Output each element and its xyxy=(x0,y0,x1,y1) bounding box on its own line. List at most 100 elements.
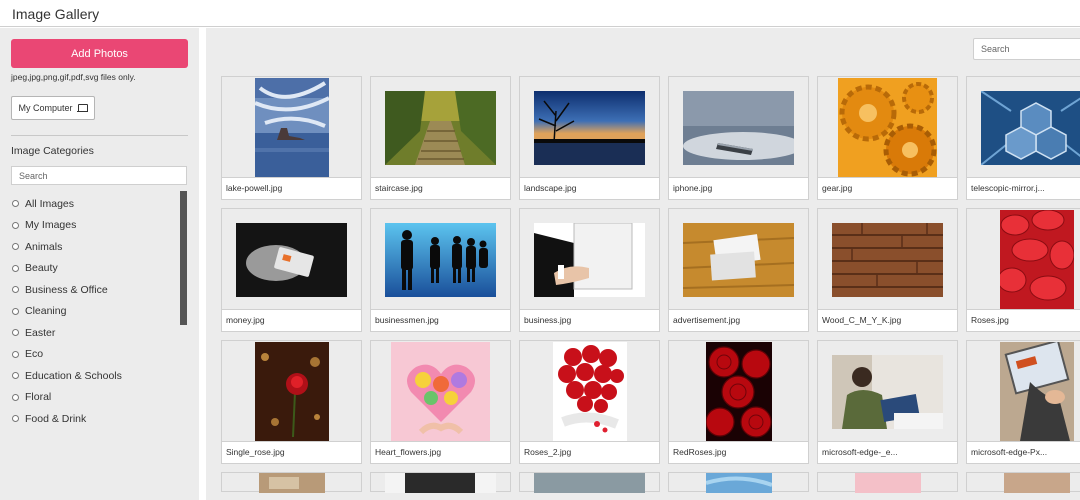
category-item-cleaning[interactable]: Cleaning xyxy=(11,301,176,323)
businessmen-photo xyxy=(385,222,496,297)
image-tile-redroses[interactable]: RedRoses.jpg xyxy=(668,340,809,464)
image-caption: advertisement.jpg xyxy=(669,309,808,331)
image-caption: gear.jpg xyxy=(818,177,957,199)
lake-powell-photo xyxy=(254,78,329,177)
image-tile-iphone[interactable]: iphone.jpg xyxy=(668,76,809,200)
image-caption: Roses_2.jpg xyxy=(520,441,659,463)
image-tile-partial[interactable] xyxy=(519,472,660,493)
category-item-beauty[interactable]: Beauty xyxy=(11,258,176,280)
gallery-panel: lake-powell.jpg staircase.jpg xyxy=(206,28,1080,500)
single-rose-photo xyxy=(254,342,329,441)
image-tile-microsoft-edge-e[interactable]: microsoft-edge-_e... xyxy=(817,340,958,464)
image-tile-landscape[interactable]: landscape.jpg xyxy=(519,76,660,200)
image-tile-roses-2[interactable]: Roses_2.jpg xyxy=(519,340,660,464)
category-label: Education & Schools xyxy=(25,369,122,382)
image-caption: microsoft-edge-_e... xyxy=(818,441,957,463)
category-label: Cleaning xyxy=(25,305,67,318)
category-item-food-drink[interactable]: Food & Drink xyxy=(11,408,176,430)
category-item-business-office[interactable]: Business & Office xyxy=(11,279,176,301)
category-item-floral[interactable]: Floral xyxy=(11,387,176,409)
roses-photo xyxy=(999,210,1074,309)
category-item-animals[interactable]: Animals xyxy=(11,236,176,258)
image-caption: landscape.jpg xyxy=(520,177,659,199)
image-caption: microsoft-edge-Px... xyxy=(967,441,1080,463)
image-tile-gear[interactable]: gear.jpg xyxy=(817,76,958,200)
category-item-my-images[interactable]: My Images xyxy=(11,215,176,237)
category-search-input[interactable] xyxy=(11,166,187,185)
image-thumbnail xyxy=(967,341,1080,442)
image-tile-partial[interactable] xyxy=(966,472,1080,493)
partial-photo xyxy=(258,473,325,493)
image-thumbnail xyxy=(222,209,361,310)
microsoft-edge-photo-2 xyxy=(999,342,1074,441)
image-caption: money.jpg xyxy=(222,309,361,331)
image-tile-microsoft-edge-px[interactable]: microsoft-edge-Px... xyxy=(966,340,1080,464)
title-bar: Image Gallery xyxy=(0,0,1080,27)
image-tile-partial[interactable] xyxy=(817,472,958,493)
image-thumbnail xyxy=(222,77,361,178)
sidebar-divider xyxy=(11,135,188,136)
category-item-easter[interactable]: Easter xyxy=(11,322,176,344)
radio-icon[interactable] xyxy=(12,286,19,294)
radio-icon[interactable] xyxy=(12,393,19,401)
file-types-note: jpeg,jpg,png,gif,pdf,svg files only. xyxy=(11,72,136,82)
partial-photo xyxy=(854,473,921,493)
image-tile-businessmen[interactable]: businessmen.jpg xyxy=(370,208,511,332)
image-tile-telescopic-mirror[interactable]: telescopic-mirror.j... xyxy=(966,76,1080,200)
image-tile-wood-cmyk[interactable]: Wood_C_M_Y_K.jpg xyxy=(817,208,958,332)
image-thumbnail xyxy=(371,341,510,442)
wood-photo xyxy=(832,222,943,297)
gallery-search-input[interactable] xyxy=(973,38,1080,60)
partial-photo xyxy=(385,473,496,493)
landscape-photo xyxy=(534,90,645,165)
image-tile-heart-flowers[interactable]: Heart_flowers.jpg xyxy=(370,340,511,464)
add-photos-button[interactable]: Add Photos xyxy=(11,39,188,68)
category-label: Eco xyxy=(25,348,44,361)
image-thumbnail xyxy=(669,209,808,310)
image-thumbnail xyxy=(967,209,1080,310)
radio-icon[interactable] xyxy=(12,307,19,315)
image-tile-money[interactable]: money.jpg xyxy=(221,208,362,332)
category-scrollbar[interactable] xyxy=(180,191,187,325)
radio-icon[interactable] xyxy=(12,415,19,423)
image-thumbnail xyxy=(818,77,957,178)
image-thumbnail xyxy=(222,473,361,493)
image-tile-partial[interactable] xyxy=(370,472,511,493)
image-tile-lake-powell[interactable]: lake-powell.jpg xyxy=(221,76,362,200)
laptop-icon xyxy=(76,103,88,113)
image-tile-roses[interactable]: Roses.jpg xyxy=(966,208,1080,332)
image-tile-partial[interactable] xyxy=(221,472,362,493)
image-tile-business[interactable]: business.jpg xyxy=(519,208,660,332)
my-computer-button[interactable]: My Computer xyxy=(11,96,95,120)
category-list: All Images My Images Animals Beauty Busi… xyxy=(11,193,176,430)
image-tile-advertisement[interactable]: advertisement.jpg xyxy=(668,208,809,332)
category-item-education-schools[interactable]: Education & Schools xyxy=(11,365,176,387)
image-thumbnail xyxy=(520,77,659,178)
gear-photo xyxy=(838,78,937,177)
radio-icon[interactable] xyxy=(12,243,19,251)
image-thumbnail xyxy=(371,473,510,493)
image-thumbnail xyxy=(818,209,957,310)
category-item-eco[interactable]: Eco xyxy=(11,344,176,366)
radio-icon[interactable] xyxy=(12,221,19,229)
image-caption: Roses.jpg xyxy=(967,309,1080,331)
staircase-photo xyxy=(385,90,496,165)
image-tile-single-rose[interactable]: Single_rose.jpg xyxy=(221,340,362,464)
image-caption: iphone.jpg xyxy=(669,177,808,199)
image-tile-staircase[interactable]: staircase.jpg xyxy=(370,76,511,200)
radio-icon[interactable] xyxy=(12,350,19,358)
heart-flowers-photo xyxy=(391,342,490,441)
image-tile-partial[interactable] xyxy=(668,472,809,493)
image-caption: businessmen.jpg xyxy=(371,309,510,331)
partial-photo xyxy=(534,473,645,493)
redroses-photo xyxy=(705,342,772,441)
radio-icon[interactable] xyxy=(12,372,19,380)
image-caption: Wood_C_M_Y_K.jpg xyxy=(818,309,957,331)
radio-icon[interactable] xyxy=(12,264,19,272)
image-caption: Single_rose.jpg xyxy=(222,441,361,463)
radio-icon[interactable] xyxy=(12,329,19,337)
radio-icon[interactable] xyxy=(12,200,19,208)
category-item-all-images[interactable]: All Images xyxy=(11,193,176,215)
image-thumbnail xyxy=(967,77,1080,178)
image-thumbnail xyxy=(669,77,808,178)
